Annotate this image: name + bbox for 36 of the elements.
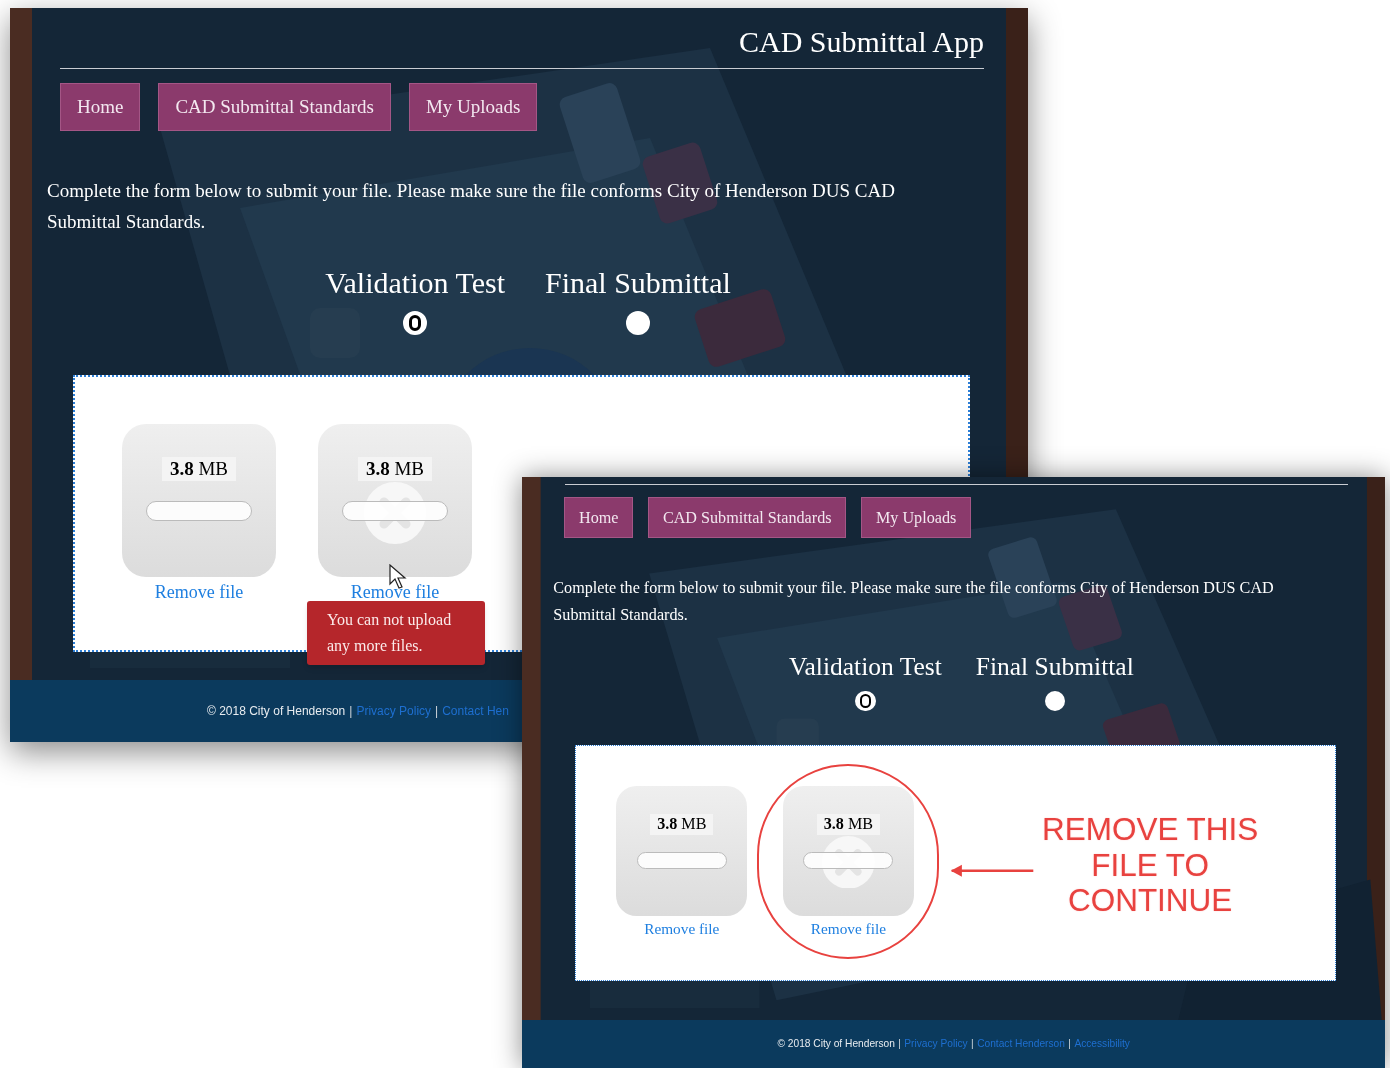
error-tooltip: You can not upload any more files. xyxy=(307,601,485,665)
footer-link[interactable]: Privacy Policy xyxy=(356,702,432,720)
remove-file-link[interactable]: Remove file xyxy=(350,581,440,603)
remove-file-link[interactable]: Remove file xyxy=(644,919,720,939)
file-size: 3.8 MB xyxy=(650,814,714,835)
footer-link[interactable]: Contact Henderson xyxy=(977,1036,1065,1052)
copyright-text: © 2018 City of Henderson xyxy=(777,1037,895,1052)
footer-link[interactable]: Contact Hen xyxy=(442,702,509,720)
nav-button[interactable]: CAD Submittal Standards xyxy=(648,497,847,538)
nav-button[interactable]: My Uploads xyxy=(408,83,538,131)
separator: | xyxy=(971,1037,974,1052)
option-label: Final Submittal xyxy=(975,651,1134,683)
nav-button[interactable]: CAD Submittal Standards xyxy=(158,83,391,131)
nav-button[interactable]: Home xyxy=(564,497,634,538)
separator: | xyxy=(349,703,353,720)
file-size: 3.8 MB xyxy=(161,457,237,481)
option-label: Validation Test xyxy=(325,265,505,301)
remove-file-link[interactable]: Remove file xyxy=(154,581,244,603)
footer-link[interactable]: Privacy Policy xyxy=(904,1036,968,1052)
nav-button[interactable]: Home xyxy=(60,83,141,131)
option-label: Final Submittal xyxy=(545,265,731,301)
intro-text: Complete the form below to submit your file. Please make sure the file conforms City of Henderson DUS CAD Submittal Standards. xyxy=(47,179,896,234)
separator: | xyxy=(898,1037,901,1052)
arrow-icon xyxy=(949,863,1035,878)
app-title: CAD Submittal App xyxy=(738,24,984,60)
copyright-text: © 2018 City of Henderson xyxy=(207,703,346,720)
footer-link[interactable]: Accessibility xyxy=(1074,1036,1130,1052)
separator: | xyxy=(435,703,439,720)
drop-zone[interactable]: 3.8 MB Remove file 3.8 MB Remove file REMOVE THIS FILE TO CONTINUE xyxy=(575,745,1337,981)
file-size: 3.8 MB xyxy=(357,457,433,481)
nav-button[interactable]: My Uploads xyxy=(861,497,971,538)
annotation-text: REMOVE THIS FILE TO CONTINUE xyxy=(1041,811,1259,919)
option-label: Validation Test xyxy=(788,651,942,683)
remove-file-link[interactable]: Remove file xyxy=(810,919,886,939)
separator: | xyxy=(1068,1037,1071,1052)
file-size: 3.8 MB xyxy=(816,814,880,835)
